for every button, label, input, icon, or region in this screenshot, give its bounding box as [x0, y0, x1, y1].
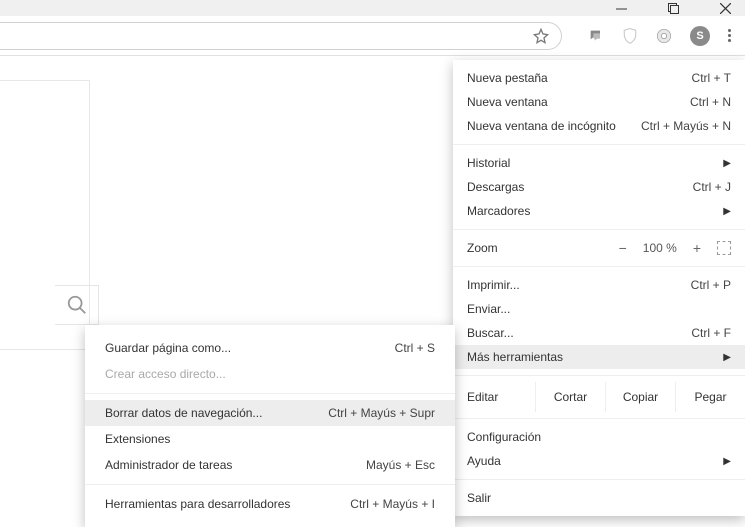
menu-find[interactable]: Buscar... Ctrl + F: [453, 321, 745, 345]
maximize-button[interactable]: [667, 2, 679, 14]
submenu-item-shortcut: Ctrl + S: [395, 341, 435, 355]
menu-history[interactable]: Historial ▶: [453, 151, 745, 175]
main-menu: Nueva pestaña Ctrl + T Nueva ventana Ctr…: [453, 60, 745, 516]
menu-incognito[interactable]: Nueva ventana de incógnito Ctrl + Mayús …: [453, 114, 745, 138]
menu-bookmarks[interactable]: Marcadores ▶: [453, 199, 745, 223]
star-icon[interactable]: [533, 28, 549, 44]
menu-exit[interactable]: Salir: [453, 486, 745, 510]
more-tools-submenu: Guardar página como... Ctrl + S Crear ac…: [85, 325, 455, 527]
menu-item-shortcut: Ctrl + F: [691, 326, 731, 340]
submenu-item-label: Herramientas para desarrolladores: [105, 497, 290, 511]
menu-item-label: Imprimir...: [467, 278, 520, 292]
menu-new-window[interactable]: Nueva ventana Ctrl + N: [453, 90, 745, 114]
submenu-item-shortcut: Ctrl + Mayús + Supr: [328, 406, 435, 420]
menu-print[interactable]: Imprimir... Ctrl + P: [453, 273, 745, 297]
menu-more-tools[interactable]: Más herramientas ▶: [453, 345, 745, 369]
menu-edit-row: Editar Cortar Copiar Pegar: [453, 382, 745, 412]
window-titlebar: [0, 0, 745, 16]
submenu-create-shortcut: Crear acceso directo...: [85, 361, 455, 387]
submenu-item-label: Extensiones: [105, 432, 170, 446]
menu-item-shortcut: Ctrl + Mayús + N: [641, 119, 731, 133]
menu-item-label: Nueva pestaña: [467, 71, 548, 85]
menu-item-label: Buscar...: [467, 326, 514, 340]
submenu-item-shortcut: Mayús + Esc: [366, 458, 435, 472]
submenu-clear-browsing-data[interactable]: Borrar datos de navegación... Ctrl + May…: [85, 400, 455, 426]
menu-item-label: Nueva ventana de incógnito: [467, 119, 616, 133]
menu-item-label: Salir: [467, 491, 491, 505]
zoom-out-button[interactable]: −: [619, 240, 627, 256]
chat-icon[interactable]: [588, 28, 604, 44]
menu-send[interactable]: Enviar...: [453, 297, 745, 321]
paste-button[interactable]: Pegar: [675, 382, 745, 412]
menu-item-label: Nueva ventana: [467, 95, 548, 109]
submenu-task-manager[interactable]: Administrador de tareas Mayús + Esc: [85, 452, 455, 478]
zoom-in-button[interactable]: +: [693, 240, 701, 256]
chevron-right-icon: ▶: [723, 206, 731, 217]
menu-item-label: Configuración: [467, 430, 541, 444]
close-window-button[interactable]: [719, 2, 731, 14]
browser-toolbar: S: [0, 16, 745, 56]
submenu-item-label: Borrar datos de navegación...: [105, 406, 262, 420]
submenu-extensions[interactable]: Extensiones: [85, 426, 455, 452]
menu-item-label: Marcadores: [467, 204, 530, 218]
menu-item-shortcut: Ctrl + P: [691, 278, 731, 292]
menu-settings[interactable]: Configuración: [453, 425, 745, 449]
address-bar[interactable]: [0, 22, 562, 50]
menu-item-shortcut: Ctrl + J: [693, 180, 731, 194]
submenu-item-shortcut: Ctrl + Mayús + I: [350, 497, 435, 511]
menu-item-shortcut: Ctrl + N: [690, 95, 731, 109]
chrome-icon[interactable]: [656, 28, 672, 44]
cut-button[interactable]: Cortar: [535, 382, 605, 412]
menu-help[interactable]: Ayuda ▶: [453, 449, 745, 473]
shield-icon[interactable]: [622, 28, 638, 44]
menu-button[interactable]: [728, 29, 731, 42]
chevron-right-icon: ▶: [723, 456, 731, 467]
menu-zoom: Zoom − 100 % +: [453, 236, 745, 260]
submenu-item-label: Guardar página como...: [105, 341, 231, 355]
menu-item-label: Más herramientas: [467, 350, 563, 364]
search-box[interactable]: [55, 285, 99, 325]
minimize-button[interactable]: [615, 2, 627, 14]
search-icon: [66, 294, 88, 316]
menu-item-label: Ayuda: [467, 454, 501, 468]
profile-avatar[interactable]: S: [690, 26, 710, 46]
submenu-dev-tools[interactable]: Herramientas para desarrolladores Ctrl +…: [85, 491, 455, 517]
menu-new-tab[interactable]: Nueva pestaña Ctrl + T: [453, 66, 745, 90]
menu-item-label: Descargas: [467, 180, 524, 194]
fullscreen-icon[interactable]: [717, 241, 731, 255]
chevron-right-icon: ▶: [723, 158, 731, 169]
zoom-value: 100 %: [643, 241, 677, 255]
edit-label: Editar: [453, 382, 535, 412]
copy-button[interactable]: Copiar: [605, 382, 675, 412]
submenu-save-page[interactable]: Guardar página como... Ctrl + S: [85, 335, 455, 361]
menu-item-shortcut: Ctrl + T: [692, 71, 731, 85]
menu-item-label: Historial: [467, 156, 510, 170]
chevron-right-icon: ▶: [723, 352, 731, 363]
menu-downloads[interactable]: Descargas Ctrl + J: [453, 175, 745, 199]
submenu-item-label: Crear acceso directo...: [105, 367, 226, 381]
menu-item-label: Enviar...: [467, 302, 510, 316]
submenu-item-label: Administrador de tareas: [105, 458, 232, 472]
zoom-label: Zoom: [467, 241, 498, 255]
